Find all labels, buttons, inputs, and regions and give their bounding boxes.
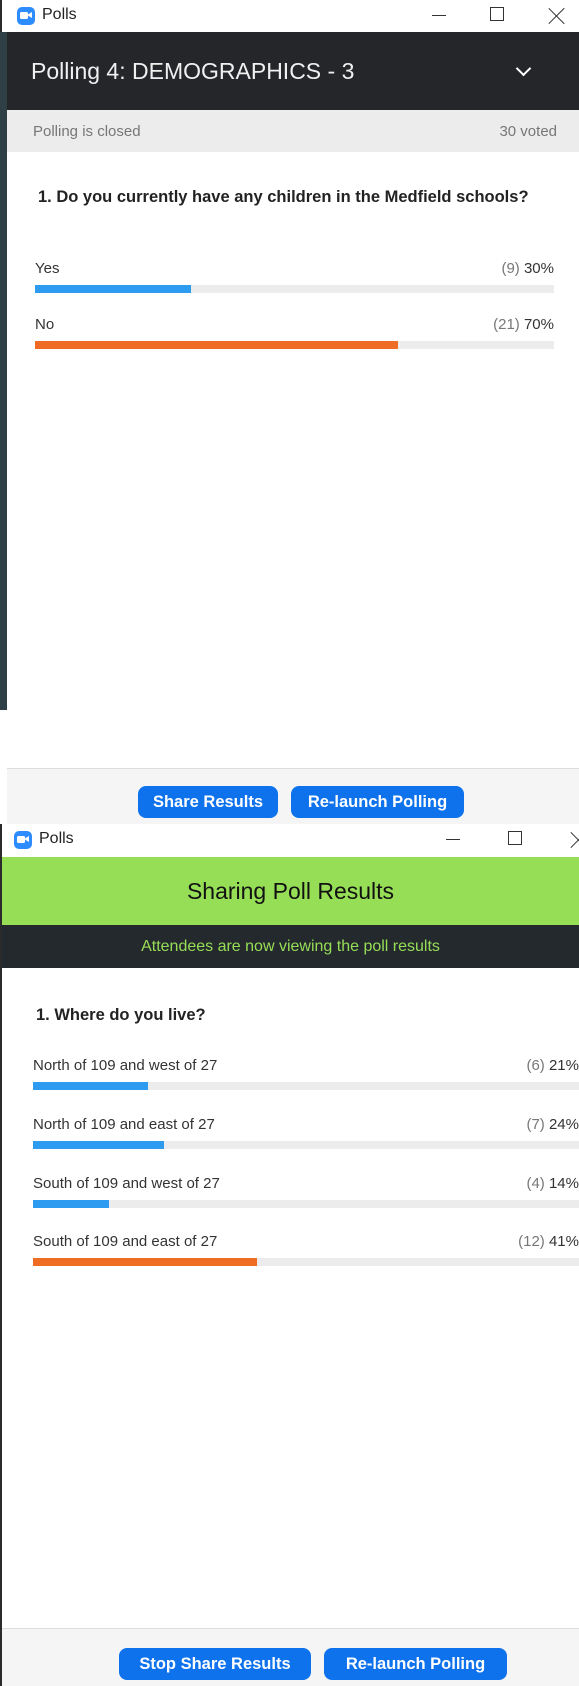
answer-row: North of 109 and east of 27 (7) 24% [33, 1116, 579, 1149]
answer-stats: (6) 21% [526, 1057, 579, 1074]
relaunch-polling-button[interactable]: Re-launch Polling [291, 786, 464, 818]
close-icon [547, 6, 567, 26]
answer-stats: (4) 14% [526, 1175, 579, 1192]
result-bar-fill [33, 1141, 165, 1149]
result-bar-track [33, 1200, 579, 1208]
title-bar: Polls [7, 0, 579, 32]
answer-label: Yes [35, 260, 60, 277]
zoom-app-icon [14, 831, 32, 849]
answer-count: (7) [526, 1116, 545, 1133]
sharing-title: Sharing Poll Results [186, 878, 395, 904]
answer-stats: (12) 41% [518, 1233, 579, 1250]
question-title: 1. Where do you live? [36, 1006, 206, 1024]
answer-percent: 41% [548, 1233, 579, 1250]
result-bar-fill [33, 1200, 110, 1208]
answer-percent: 70% [523, 316, 554, 333]
polls-window-closed: Polls Polling 4: DEMOGRAPHICS - 3 Pollin… [0, 0, 579, 824]
minimize-button[interactable] [429, 824, 475, 856]
answer-row: Yes (9) 30% [35, 260, 554, 293]
footer-bar: Stop Share Results Re-launch Polling [2, 1628, 579, 1686]
answer-count: (4) [526, 1175, 545, 1192]
answer-count: (21) [493, 316, 520, 333]
status-bar: Polling is closed 30 voted [7, 110, 579, 152]
poll-header: Polling 4: DEMOGRAPHICS - 3 [7, 32, 579, 110]
background-strip [0, 0, 7, 710]
result-bar-track [35, 341, 554, 349]
answer-row: North of 109 and west of 27 (6) 21% [33, 1057, 579, 1090]
title-bar: Polls [0, 824, 579, 857]
result-bar-track [33, 1082, 579, 1090]
answer-row: No (21) 70% [35, 316, 554, 349]
question-title: 1. Do you currently have any children in… [38, 188, 529, 206]
answer-label: North of 109 and west of 27 [33, 1057, 218, 1074]
answer-row: South of 109 and west of 27 (4) 14% [33, 1175, 579, 1208]
maximize-icon [508, 831, 522, 845]
result-bar-fill [33, 1258, 257, 1266]
answer-stats: (21) 70% [493, 316, 554, 333]
close-icon [569, 830, 579, 850]
answer-label: South of 109 and east of 27 [33, 1233, 218, 1250]
answer-count: (9) [501, 260, 520, 277]
polls-window-sharing: Polls Sharing Poll Results Attendees are… [0, 824, 579, 1686]
relaunch-polling-button[interactable]: Re-launch Polling [324, 1648, 507, 1680]
answer-stats: (7) 24% [526, 1116, 579, 1133]
close-button[interactable] [533, 0, 579, 32]
sharing-status: Attendees are now viewing the poll resul… [141, 938, 440, 955]
result-bar-fill [35, 285, 191, 293]
maximize-icon [490, 7, 504, 21]
result-bar-track [35, 285, 554, 293]
sharing-banner: Sharing Poll Results [2, 857, 579, 925]
answer-label: North of 109 and east of 27 [33, 1116, 215, 1133]
answer-percent: 24% [548, 1116, 579, 1133]
answer-percent: 21% [548, 1057, 579, 1074]
close-button[interactable] [555, 824, 579, 856]
answer-row: South of 109 and east of 27 (12) 41% [33, 1233, 579, 1266]
result-bar-fill [33, 1082, 148, 1090]
stop-share-results-button[interactable]: Stop Share Results [119, 1648, 311, 1680]
answer-label: South of 109 and west of 27 [33, 1175, 220, 1192]
maximize-button[interactable] [492, 824, 538, 856]
answer-count: (6) [526, 1057, 545, 1074]
minimize-icon [446, 839, 460, 840]
share-results-button[interactable]: Share Results [138, 786, 278, 818]
voted-count: 30 voted [499, 123, 557, 140]
answer-count: (12) [518, 1233, 545, 1250]
result-bar-fill [35, 341, 399, 349]
sharing-status-bar: Attendees are now viewing the poll resul… [2, 925, 579, 968]
footer-bar: Share Results Re-launch Polling [7, 768, 579, 824]
maximize-button[interactable] [474, 0, 520, 32]
poll-title: Polling 4: DEMOGRAPHICS - 3 [31, 58, 355, 84]
result-bar-track [33, 1258, 579, 1266]
answer-stats: (9) 30% [501, 260, 554, 277]
window-title: Polls [39, 830, 74, 847]
answer-label: No [35, 316, 55, 333]
poll-status: Polling is closed [33, 123, 141, 140]
minimize-icon [432, 15, 446, 16]
zoom-app-icon [17, 7, 35, 25]
answer-percent: 14% [548, 1175, 579, 1192]
window-title: Polls [42, 6, 77, 23]
answer-percent: 30% [523, 260, 554, 277]
minimize-button[interactable] [415, 0, 461, 32]
chevron-down-icon[interactable] [515, 60, 532, 77]
result-bar-track [33, 1141, 579, 1149]
